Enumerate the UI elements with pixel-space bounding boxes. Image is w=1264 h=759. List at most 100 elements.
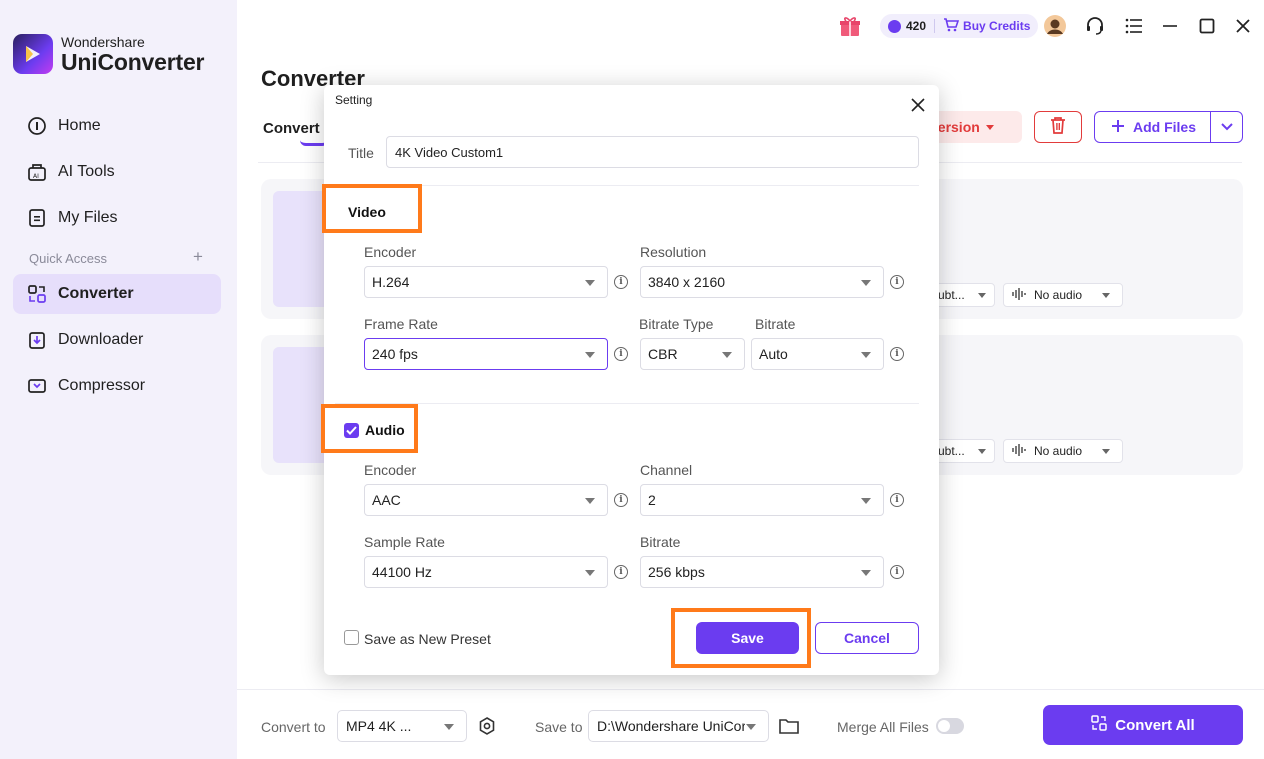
- close-window-icon[interactable]: [1231, 14, 1255, 38]
- plus-icon: [1111, 119, 1125, 136]
- save-to-path-select[interactable]: D:\Wondershare UniCor: [588, 710, 769, 742]
- video-bitrate-label: Bitrate: [755, 316, 796, 332]
- divider: [335, 403, 919, 404]
- brand: Wondershare UniConverter: [13, 34, 204, 74]
- info-icon[interactable]: i: [614, 493, 628, 507]
- menu-icon[interactable]: [1122, 14, 1146, 38]
- minimize-icon[interactable]: [1158, 14, 1182, 38]
- info-icon[interactable]: i: [890, 275, 904, 289]
- audio-value: No audio: [1034, 444, 1083, 458]
- video-highlight-box: [322, 184, 422, 233]
- video-encoder-select[interactable]: H.264: [364, 266, 608, 298]
- save-as-preset-checkbox[interactable]: [344, 630, 359, 645]
- caret-down-icon: [978, 293, 986, 298]
- add-files-dropdown[interactable]: [1211, 119, 1242, 135]
- trash-icon: [1050, 116, 1066, 139]
- sidebar-item-downloader[interactable]: Downloader: [13, 320, 221, 360]
- caret-down-icon: [978, 449, 986, 454]
- ai-tools-icon: AI: [26, 161, 48, 183]
- audio-encoder-select[interactable]: AAC: [364, 484, 608, 516]
- sidebar-item-label: Converter: [58, 285, 134, 302]
- support-headset-icon[interactable]: [1083, 14, 1107, 38]
- add-files-label: Add Files: [1133, 119, 1197, 135]
- credits-badge[interactable]: 420 Buy Credits: [880, 14, 1039, 38]
- merge-all-toggle[interactable]: [936, 718, 964, 734]
- channel-select[interactable]: 2: [640, 484, 884, 516]
- audio-bitrate-label: Bitrate: [640, 534, 681, 550]
- audio-bitrate-select[interactable]: 256 kbps: [640, 556, 884, 588]
- caret-down-icon: [585, 280, 595, 286]
- credits-coin-icon: [888, 19, 901, 33]
- sidebar: Wondershare UniConverter Home AI AI Tool…: [0, 0, 237, 759]
- bitrate-type-select[interactable]: CBR: [640, 338, 745, 370]
- resolution-value: 3840 x 2160: [648, 274, 726, 290]
- svg-text:AI: AI: [33, 173, 39, 180]
- downloader-icon: [26, 329, 48, 351]
- sample-rate-select[interactable]: 44100 Hz: [364, 556, 608, 588]
- audio-select[interactable]: No audio: [1003, 439, 1123, 463]
- info-icon[interactable]: i: [614, 347, 628, 361]
- preset-title-input[interactable]: 4K Video Custom1: [386, 136, 919, 168]
- close-icon[interactable]: [908, 95, 928, 115]
- caret-down-icon: [1102, 449, 1110, 454]
- add-files-button[interactable]: Add Files: [1094, 111, 1243, 143]
- save-button[interactable]: Save: [696, 622, 799, 654]
- cart-icon: [943, 17, 960, 35]
- delete-all-button[interactable]: [1034, 111, 1082, 143]
- compressor-icon: [26, 375, 48, 397]
- maximize-icon[interactable]: [1195, 14, 1219, 38]
- video-encoder-label: Encoder: [364, 244, 417, 260]
- divider: [335, 185, 919, 186]
- resolution-select[interactable]: 3840 x 2160: [640, 266, 884, 298]
- sidebar-item-converter[interactable]: Converter: [13, 274, 221, 314]
- sidebar-item-label: Downloader: [58, 331, 144, 348]
- avatar[interactable]: [1043, 14, 1067, 38]
- tab-convert[interactable]: Convert: [263, 120, 320, 137]
- sidebar-item-compressor[interactable]: Compressor: [13, 366, 221, 406]
- format-settings-gear-icon[interactable]: [475, 714, 499, 738]
- save-to-path-value: D:\Wondershare UniCor: [597, 718, 745, 734]
- sidebar-item-my-files[interactable]: My Files: [13, 198, 221, 238]
- save-to-label: Save to: [535, 719, 583, 735]
- quick-access-add-button[interactable]: +: [193, 247, 203, 267]
- convert-all-label: Convert All: [1115, 716, 1195, 734]
- sample-rate-value: 44100 Hz: [372, 564, 432, 580]
- sample-rate-label: Sample Rate: [364, 534, 445, 550]
- folder-icon[interactable]: [777, 714, 801, 738]
- credits-count: 420: [906, 19, 927, 33]
- caret-down-icon: [1102, 293, 1110, 298]
- info-icon[interactable]: i: [890, 347, 904, 361]
- save-as-preset-label: Save as New Preset: [364, 631, 491, 647]
- caret-down-icon: [861, 498, 871, 504]
- audio-wave-icon: [1012, 443, 1026, 459]
- sidebar-item-ai-tools[interactable]: AI AI Tools: [13, 152, 221, 192]
- audio-highlight-box: [321, 404, 418, 453]
- output-format-select[interactable]: MP4 4K ...: [337, 710, 467, 742]
- subtitle-value: ubt...: [938, 288, 965, 302]
- channel-label: Channel: [640, 462, 693, 478]
- video-bitrate-select[interactable]: Auto: [751, 338, 884, 370]
- bitrate-type-label: Bitrate Type: [639, 316, 714, 332]
- video-encoder-value: H.264: [372, 274, 410, 290]
- gift-icon[interactable]: [838, 14, 862, 38]
- frame-rate-label: Frame Rate: [364, 316, 438, 332]
- caret-down-icon: [444, 724, 454, 730]
- info-icon[interactable]: i: [614, 275, 628, 289]
- sidebar-item-home[interactable]: Home: [13, 106, 221, 146]
- caret-down-icon: [985, 124, 994, 130]
- info-icon[interactable]: i: [890, 565, 904, 579]
- channel-value: 2: [648, 492, 656, 508]
- buy-credits-link[interactable]: Buy Credits: [963, 19, 1030, 33]
- caret-down-icon: [861, 352, 871, 358]
- convert-all-button[interactable]: Convert All: [1043, 705, 1243, 745]
- info-icon[interactable]: i: [614, 565, 628, 579]
- frame-rate-select[interactable]: 240 fps: [364, 338, 608, 370]
- audio-select[interactable]: No audio: [1003, 283, 1123, 307]
- converter-icon: [26, 283, 48, 305]
- info-icon[interactable]: i: [890, 493, 904, 507]
- output-format-value: MP4 4K ...: [346, 718, 412, 734]
- cancel-button[interactable]: Cancel: [815, 622, 919, 654]
- subtitle-value: ubt...: [938, 444, 965, 458]
- caret-down-icon: [722, 352, 732, 358]
- home-icon: [26, 115, 48, 137]
